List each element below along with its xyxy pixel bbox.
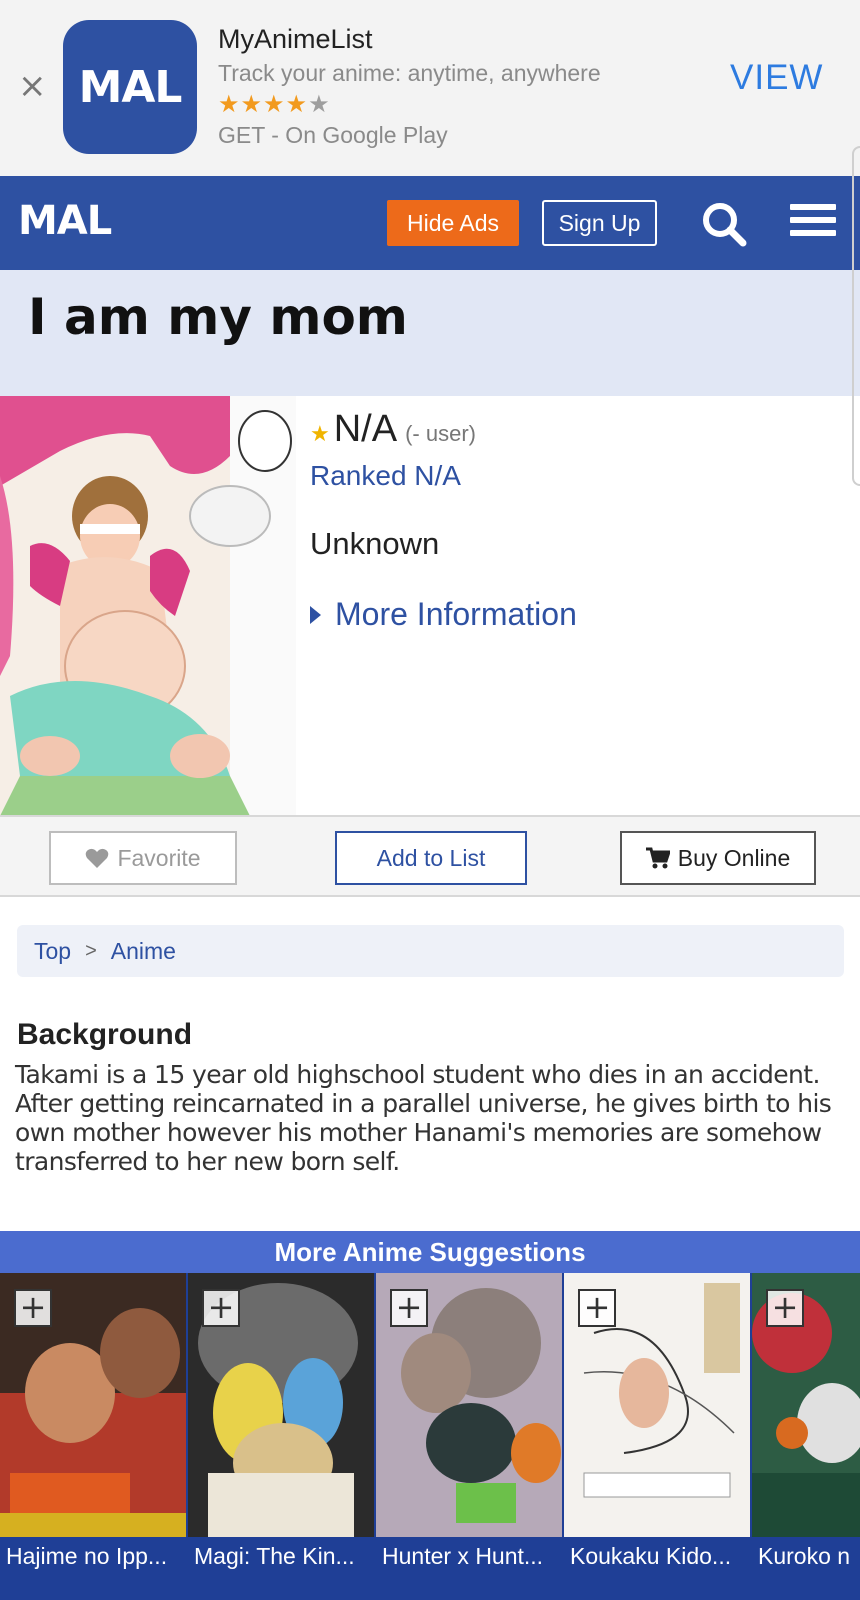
cart-icon: [645, 847, 670, 869]
breadcrumb-item-anime[interactable]: Anime: [111, 938, 176, 965]
site-header: MAL Hide Ads Sign Up: [0, 176, 860, 270]
buy-online-label: Buy Online: [677, 844, 791, 871]
more-information-toggle[interactable]: More Information: [310, 596, 577, 633]
hide-ads-button[interactable]: Hide Ads: [387, 200, 519, 246]
app-install-banner: × MAL MyAnimeList Track your anime: anyt…: [0, 0, 860, 176]
site-logo[interactable]: MAL: [18, 198, 112, 244]
app-icon-logo: MAL: [78, 61, 183, 113]
favorite-label: Favorite: [117, 844, 201, 871]
add-suggestion-icon[interactable]: +: [202, 1289, 240, 1327]
breadcrumb: Top > Anime: [17, 925, 844, 977]
suggestions-heading: More Anime Suggestions: [0, 1231, 860, 1273]
view-app-button[interactable]: VIEW: [730, 58, 823, 98]
banner-store-text: GET - On Google Play: [218, 122, 448, 148]
scroll-edge-indicator: [852, 146, 860, 486]
add-suggestion-icon[interactable]: +: [14, 1289, 52, 1327]
add-to-list-label: Add to List: [376, 844, 486, 871]
suggestion-card[interactable]: + Hajime no Ipp...: [0, 1273, 186, 1600]
suggestion-title[interactable]: Hunter x Hunt...: [382, 1543, 543, 1570]
search-icon[interactable]: [700, 200, 748, 248]
suggestion-card[interactable]: + Koukaku Kido...: [564, 1273, 750, 1600]
cover-image[interactable]: [0, 396, 296, 816]
score-value: N/A: [333, 408, 398, 450]
suggestion-card[interactable]: + Hunter x Hunt...: [376, 1273, 562, 1600]
score-user-count: (- user): [405, 421, 476, 446]
star-empty-icon: ★: [308, 90, 331, 118]
breadcrumb-item-top[interactable]: Top: [34, 938, 71, 965]
banner-app-name: MyAnimeList: [218, 24, 373, 54]
suggestion-card[interactable]: + Magi: The Kin...: [188, 1273, 374, 1600]
more-information-label: More Information: [335, 596, 577, 632]
add-suggestion-icon[interactable]: +: [578, 1289, 616, 1327]
suggestion-title[interactable]: Hajime no Ipp...: [6, 1543, 167, 1570]
score-row: ★ N/A (- user): [310, 408, 476, 451]
score-star-icon: ★: [310, 422, 330, 447]
heart-icon: [85, 847, 109, 869]
suggestion-card[interactable]: + Kuroko n: [752, 1273, 860, 1600]
add-suggestion-icon[interactable]: +: [390, 1289, 428, 1327]
add-suggestion-icon[interactable]: +: [766, 1289, 804, 1327]
background-heading: Background: [17, 1018, 193, 1051]
airing-status: Unknown: [310, 526, 440, 561]
rank-label: Ranked: [310, 460, 415, 491]
suggestion-title[interactable]: Koukaku Kido...: [570, 1543, 731, 1570]
banner-tagline: Track your anime: anytime, anywhere: [218, 60, 601, 86]
banner-rating-stars: ★★★★★: [218, 90, 331, 118]
breadcrumb-separator: >: [85, 939, 97, 962]
rank-row[interactable]: Ranked N/A: [310, 460, 461, 492]
buy-online-button[interactable]: Buy Online: [620, 831, 816, 885]
favorite-button[interactable]: Favorite: [49, 831, 237, 885]
suggestion-title[interactable]: Magi: The Kin...: [194, 1543, 355, 1570]
title-band: I am my mom: [0, 270, 860, 396]
close-icon[interactable]: ×: [18, 69, 47, 103]
sign-up-button[interactable]: Sign Up: [542, 200, 657, 246]
action-row: Favorite Add to List Buy Online: [0, 815, 860, 897]
suggestions-strip[interactable]: + Hajime no Ipp... + Magi: The Kin... + …: [0, 1273, 860, 1600]
caret-right-icon: [310, 605, 321, 624]
hamburger-menu-icon[interactable]: [790, 204, 836, 244]
add-to-list-button[interactable]: Add to List: [335, 831, 527, 885]
star-filled-icons: ★★★★: [218, 90, 309, 118]
background-text: Takami is a 15 year old highschool stude…: [15, 1060, 832, 1176]
app-icon[interactable]: MAL: [63, 20, 197, 154]
suggestion-title[interactable]: Kuroko n: [758, 1543, 850, 1570]
rank-value: N/A: [414, 460, 461, 491]
page-title: I am my mom: [28, 288, 408, 346]
